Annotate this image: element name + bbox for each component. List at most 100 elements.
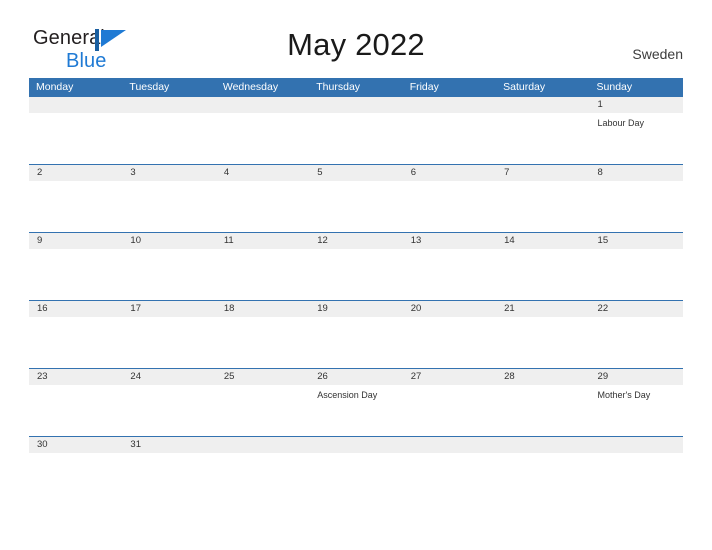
day-number[interactable]: 30 [29, 437, 122, 453]
day-event[interactable] [403, 385, 496, 436]
week-event-band [29, 317, 683, 368]
weekday-header-tuesday: Tuesday [129, 81, 170, 93]
week-date-band: 16 17 18 19 20 21 22 [29, 301, 683, 317]
day-event[interactable] [216, 181, 309, 232]
day-event[interactable] [216, 113, 309, 164]
day-number[interactable]: 15 [590, 233, 683, 249]
day-number[interactable] [309, 437, 402, 453]
week-event-band: Ascension Day Mother's Day [29, 385, 683, 436]
day-number[interactable]: 11 [216, 233, 309, 249]
week-row: 1 Labour Day [29, 96, 683, 164]
day-event[interactable]: Mother's Day [590, 385, 683, 436]
weekday-header-friday: Friday [409, 81, 439, 93]
day-event[interactable] [590, 317, 683, 368]
day-event[interactable] [403, 113, 496, 164]
day-number[interactable]: 4 [216, 165, 309, 181]
day-number[interactable]: 13 [403, 233, 496, 249]
day-event[interactable] [496, 317, 589, 368]
day-number[interactable]: 19 [309, 301, 402, 317]
day-number[interactable] [590, 437, 683, 453]
day-event[interactable] [29, 181, 122, 232]
week-row: 30 31 [29, 436, 683, 453]
day-number[interactable] [309, 97, 402, 113]
day-event[interactable] [309, 249, 402, 300]
day-event[interactable]: Ascension Day [309, 385, 402, 436]
day-number[interactable]: 1 [590, 97, 683, 113]
day-number[interactable] [216, 437, 309, 453]
day-event[interactable] [29, 113, 122, 164]
day-number[interactable]: 20 [403, 301, 496, 317]
week-row: 16 17 18 19 20 21 22 [29, 300, 683, 368]
day-number[interactable]: 8 [590, 165, 683, 181]
day-event[interactable] [309, 113, 402, 164]
day-number[interactable] [216, 97, 309, 113]
day-number[interactable]: 24 [122, 369, 215, 385]
page-title: May 2022 [287, 27, 425, 62]
day-number[interactable] [403, 97, 496, 113]
day-number[interactable]: 27 [403, 369, 496, 385]
day-event[interactable] [496, 249, 589, 300]
day-number[interactable]: 29 [590, 369, 683, 385]
day-event[interactable] [29, 385, 122, 436]
weekday-header-row: Monday Tuesday Wednesday Thursday Friday… [29, 78, 683, 96]
day-number[interactable]: 22 [590, 301, 683, 317]
day-event[interactable] [216, 317, 309, 368]
day-number[interactable] [496, 437, 589, 453]
day-number[interactable]: 7 [496, 165, 589, 181]
weekday-header-saturday: Saturday [503, 81, 546, 93]
day-event[interactable] [216, 249, 309, 300]
day-number[interactable]: 31 [122, 437, 215, 453]
day-number[interactable]: 16 [29, 301, 122, 317]
day-event[interactable] [309, 317, 402, 368]
day-number[interactable]: 12 [309, 233, 402, 249]
country-label: Sweden [632, 46, 683, 62]
day-event[interactable] [309, 181, 402, 232]
day-event[interactable] [403, 249, 496, 300]
week-date-band: 1 [29, 97, 683, 113]
day-number[interactable]: 9 [29, 233, 122, 249]
day-number[interactable]: 5 [309, 165, 402, 181]
day-event[interactable] [496, 181, 589, 232]
day-event[interactable] [122, 249, 215, 300]
day-number[interactable]: 6 [403, 165, 496, 181]
day-event[interactable] [496, 385, 589, 436]
week-event-band: Labour Day [29, 113, 683, 164]
week-row: 9 10 11 12 13 14 15 [29, 232, 683, 300]
day-number[interactable]: 28 [496, 369, 589, 385]
day-number[interactable]: 14 [496, 233, 589, 249]
week-date-band: 23 24 25 26 27 28 29 [29, 369, 683, 385]
day-event[interactable] [29, 249, 122, 300]
day-number[interactable]: 18 [216, 301, 309, 317]
day-number[interactable]: 2 [29, 165, 122, 181]
week-row: 2 3 4 5 6 7 8 [29, 164, 683, 232]
day-event[interactable] [122, 181, 215, 232]
day-event[interactable] [122, 113, 215, 164]
week-date-band: 2 3 4 5 6 7 8 [29, 165, 683, 181]
week-date-band: 9 10 11 12 13 14 15 [29, 233, 683, 249]
day-event[interactable] [403, 317, 496, 368]
day-event[interactable]: Labour Day [590, 113, 683, 164]
day-event[interactable] [122, 385, 215, 436]
day-number[interactable]: 3 [122, 165, 215, 181]
day-number[interactable] [403, 437, 496, 453]
day-event[interactable] [216, 385, 309, 436]
day-event[interactable] [403, 181, 496, 232]
day-event[interactable] [122, 317, 215, 368]
day-number[interactable] [496, 97, 589, 113]
day-number[interactable]: 10 [122, 233, 215, 249]
day-number[interactable]: 17 [122, 301, 215, 317]
day-number[interactable] [122, 97, 215, 113]
day-number[interactable]: 25 [216, 369, 309, 385]
week-date-band: 30 31 [29, 437, 683, 453]
day-number[interactable] [29, 97, 122, 113]
day-event[interactable] [590, 249, 683, 300]
day-number[interactable]: 26 [309, 369, 402, 385]
week-event-band [29, 181, 683, 232]
day-event[interactable] [29, 317, 122, 368]
weekday-header-wednesday: Wednesday [222, 81, 279, 93]
week-row: 23 24 25 26 27 28 29 Ascension Day Mothe… [29, 368, 683, 436]
day-number[interactable]: 23 [29, 369, 122, 385]
day-event[interactable] [590, 181, 683, 232]
day-number[interactable]: 21 [496, 301, 589, 317]
day-event[interactable] [496, 113, 589, 164]
